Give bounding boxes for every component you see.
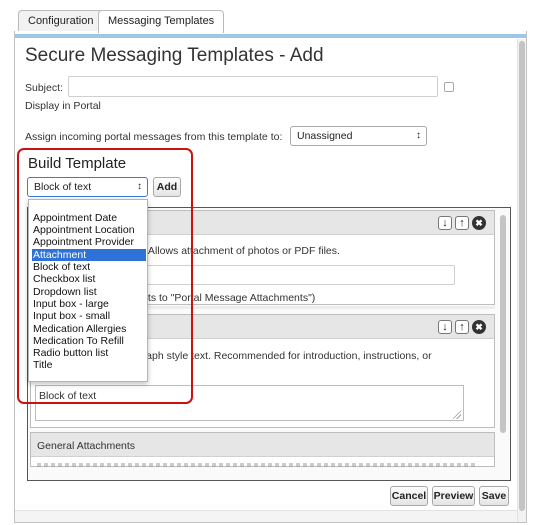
build-template-title: Build Template — [28, 155, 127, 172]
attachment-label-input[interactable] — [121, 265, 455, 285]
element-type-dropdown: Appointment Date Appointment Location Ap… — [28, 199, 148, 382]
option-appointment-location[interactable]: Appointment Location — [32, 224, 146, 236]
element-type-select[interactable]: Block of text ↕ — [27, 177, 148, 197]
option-appointment-date[interactable]: Appointment Date — [32, 212, 146, 224]
page-horizontal-scrollbar[interactable] — [15, 510, 517, 522]
card-description: agraph style text. Recommended for intro… — [131, 350, 432, 362]
preview-button[interactable]: Preview — [432, 486, 475, 506]
select-arrows-icon: ↕ — [416, 130, 421, 141]
move-up-icon[interactable]: ↑ — [455, 320, 469, 334]
element-type-value: Block of text — [34, 181, 92, 193]
card-description: on. Allows attachment of photos or PDF f… — [131, 245, 340, 257]
option-attachment[interactable]: Attachment — [32, 249, 146, 261]
page-scrollbar-thumb[interactable] — [519, 41, 525, 511]
option-input-box-large[interactable]: Input box - large — [32, 298, 146, 310]
subject-input[interactable] — [68, 76, 438, 97]
option-input-box-small[interactable]: Input box - small — [32, 310, 146, 322]
option-block-of-text[interactable]: Block of text — [32, 261, 146, 273]
template-card-general-attachments: General Attachments — [30, 432, 495, 467]
select-arrows-icon: ↕ — [137, 181, 142, 192]
assign-select[interactable]: Unassigned ↕ — [290, 126, 427, 146]
option-radio-button-list[interactable]: Radio button list — [32, 347, 146, 359]
clipped-content — [37, 463, 477, 467]
assign-select-value: Unassigned — [297, 130, 353, 142]
move-down-icon[interactable]: ↓ — [438, 216, 452, 230]
page-scrollbar[interactable] — [517, 39, 526, 522]
page-title: Secure Messaging Templates - Add — [25, 45, 324, 66]
option-medication-to-refill[interactable]: Medication To Refill — [32, 335, 146, 347]
add-button[interactable]: Add — [153, 177, 181, 197]
panel-scrollbar-thumb[interactable] — [500, 215, 506, 433]
move-down-icon[interactable]: ↓ — [438, 320, 452, 334]
resize-grip-icon[interactable] — [453, 411, 461, 419]
save-button[interactable]: Save — [479, 486, 509, 506]
tab-messaging-templates[interactable]: Messaging Templates — [98, 10, 225, 33]
move-up-icon[interactable]: ↑ — [455, 216, 469, 230]
textarea-value: Block of text — [39, 390, 97, 402]
cancel-button[interactable]: Cancel — [390, 486, 428, 506]
option-medication-allergies[interactable]: Medication Allergies — [32, 323, 146, 335]
assign-label: Assign incoming portal messages from thi… — [25, 131, 283, 143]
remove-icon[interactable]: ✖ — [472, 320, 486, 334]
subject-label: Subject: — [25, 82, 63, 94]
block-of-text-textarea[interactable]: Block of text — [35, 385, 464, 421]
accent-bar — [15, 34, 526, 38]
panel-scrollbar[interactable] — [499, 211, 508, 479]
display-in-portal-label: Display in Portal — [25, 100, 101, 112]
remove-icon[interactable]: ✖ — [472, 216, 486, 230]
option-appointment-provider[interactable]: Appointment Provider — [32, 236, 146, 248]
subject-checkbox[interactable] — [444, 82, 454, 92]
tab-configuration[interactable]: Configuration — [18, 10, 104, 32]
option-checkbox-list[interactable]: Checkbox list — [32, 273, 146, 285]
card-title: General Attachments — [37, 440, 136, 452]
option-dropdown-list[interactable]: Dropdown list — [32, 286, 146, 298]
attachment-folder-hint: faults to "Portal Message Attachments") — [131, 292, 316, 304]
option-title[interactable]: Title — [32, 359, 146, 371]
